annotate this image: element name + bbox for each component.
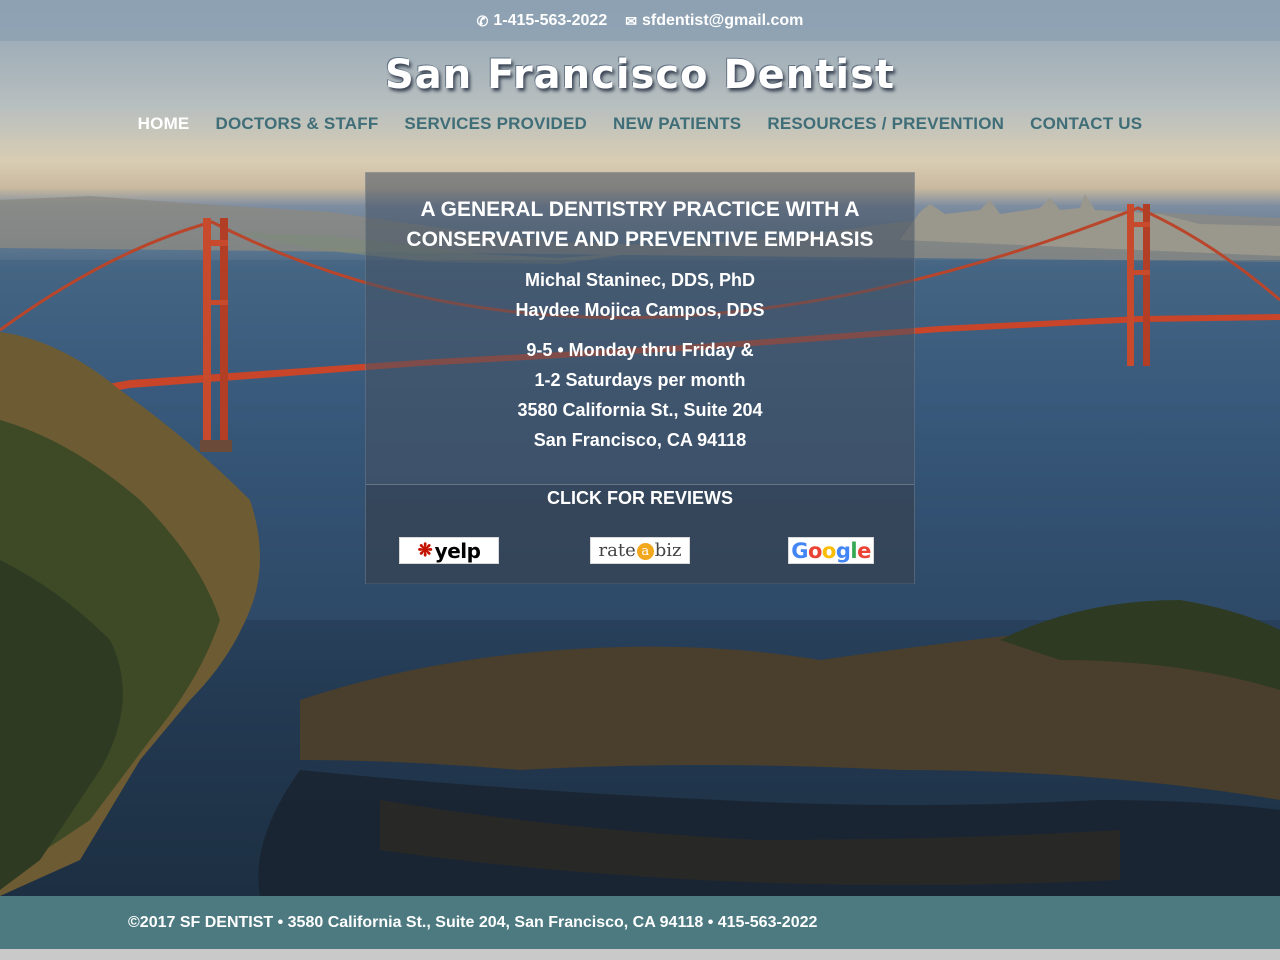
practice-info-panel: A GENERAL DENTISTRY PRACTICE WITH A CONS… <box>365 172 915 584</box>
hours-line-2: 1-2 Saturdays per month <box>534 370 746 390</box>
doctor-name: Michal Staninec, DDS, PhD <box>524 270 756 290</box>
rateabiz-biz: biz <box>654 540 682 561</box>
reviews-section: CLICK FOR REVIEWS ❋ yelp rate a biz Google <box>366 484 914 584</box>
top-contact-bar: ✆ 1-415-563-2022 ✉ sfdentist@gmail.com <box>0 0 1280 41</box>
yelp-burst-icon: ❋ <box>417 540 433 560</box>
footer-text: ©2017 SF DENTIST • 3580 California St., … <box>128 913 818 931</box>
doctor-name: Haydee Mojica Campos, DDS <box>515 300 765 320</box>
hours-line-1: 9-5 • Monday thru Friday & <box>526 340 754 360</box>
rateabiz-logo-text: rate a biz <box>599 540 682 561</box>
google-letter: G <box>791 538 808 563</box>
yelp-logo-text: yelp <box>434 538 481 563</box>
main-nav: HOME DOCTORS & STAFF SERVICES PROVIDED N… <box>0 114 1280 134</box>
nav-item-services-provided[interactable]: SERVICES PROVIDED <box>404 114 587 134</box>
email-address: sfdentist@gmail.com <box>641 11 804 29</box>
phone-link[interactable]: ✆ 1-415-563-2022 <box>477 12 608 30</box>
rateabiz-rate: rate <box>598 540 636 561</box>
doctor-list: Michal Staninec, DDS, PhD Haydee Mojica … <box>366 265 914 325</box>
phone-icon: ✆ <box>476 12 489 29</box>
google-logo-text: Google <box>791 539 871 563</box>
yelp-review-link[interactable]: ❋ yelp <box>399 537 499 564</box>
google-letter: g <box>835 538 851 563</box>
rateabiz-review-link[interactable]: rate a biz <box>590 537 690 564</box>
site-footer: ©2017 SF DENTIST • 3580 California St., … <box>0 896 1280 949</box>
google-letter: e <box>857 538 871 563</box>
practice-heading: A GENERAL DENTISTRY PRACTICE WITH A CONS… <box>396 195 884 255</box>
google-letter: o <box>821 538 836 563</box>
google-letter: o <box>807 538 822 563</box>
nav-item-home[interactable]: HOME <box>138 114 190 134</box>
google-review-link[interactable]: Google <box>788 537 874 564</box>
bottom-strip <box>0 949 1280 960</box>
email-link[interactable]: ✉ sfdentist@gmail.com <box>625 12 803 30</box>
heading-line-1: A GENERAL DENTISTRY PRACTICE WITH A <box>420 198 860 221</box>
address-line-1: 3580 California St., Suite 204 <box>517 400 763 420</box>
nav-item-contact-us[interactable]: CONTACT US <box>1030 114 1142 134</box>
address-line-2: San Francisco, CA 94118 <box>533 430 747 450</box>
hours-and-address: 9-5 • Monday thru Friday & 1-2 Saturdays… <box>366 335 914 455</box>
phone-number: 1-415-563-2022 <box>493 11 608 29</box>
reviews-title: CLICK FOR REVIEWS <box>546 488 733 508</box>
envelope-icon: ✉ <box>625 12 637 29</box>
rateabiz-a: a <box>636 542 654 560</box>
nav-item-doctors-staff[interactable]: DOCTORS & STAFF <box>215 114 378 134</box>
nav-item-new-patients[interactable]: NEW PATIENTS <box>613 114 741 134</box>
heading-line-2: CONSERVATIVE AND PREVENTIVE EMPHASIS <box>406 228 874 251</box>
site-logo[interactable]: San Francisco Dentist <box>0 52 1280 98</box>
nav-item-resources-prevention[interactable]: RESOURCES / PREVENTION <box>767 114 1004 134</box>
